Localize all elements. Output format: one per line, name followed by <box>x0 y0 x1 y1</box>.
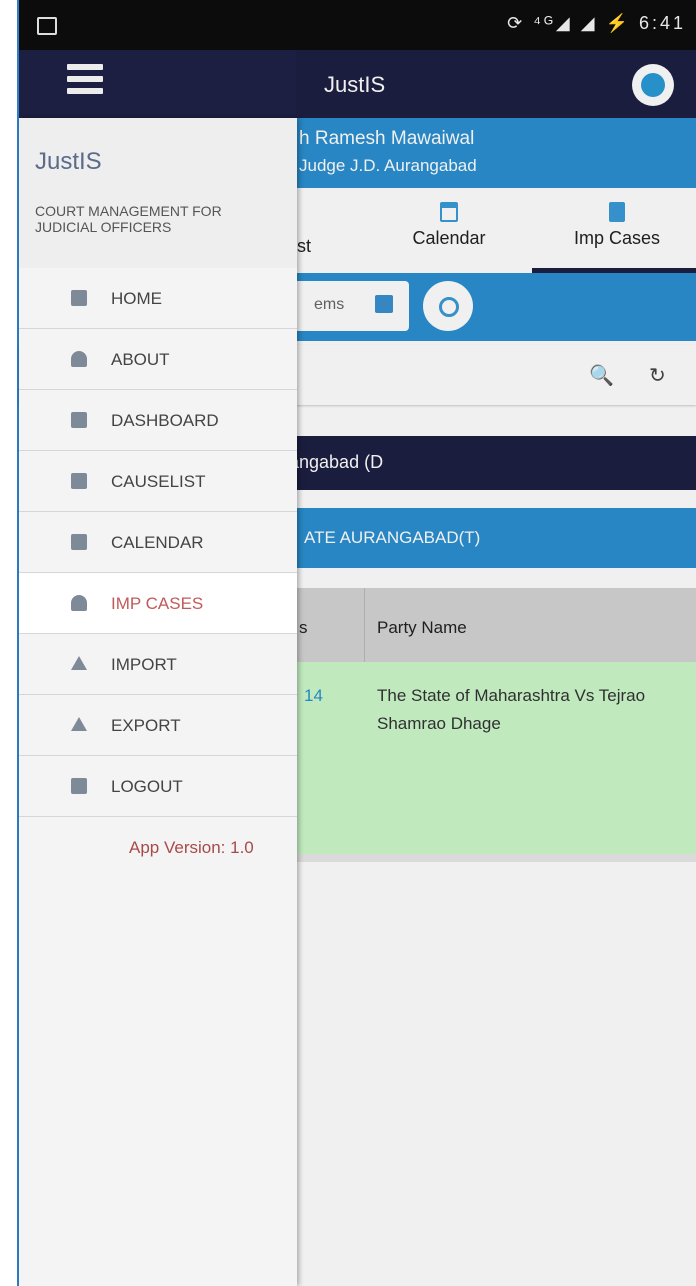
menu-item-label: EXPORT <box>111 716 181 735</box>
status-icons: ⟳ ⁴ᴳ◢ ◢ ⚡ 6:41 <box>507 13 686 33</box>
menu-item-dashboard[interactable]: DASHBOARD <box>19 390 297 451</box>
dashboard-icon <box>71 412 87 428</box>
menu-item-logout[interactable]: LOGOUT <box>19 756 297 817</box>
menu-item-export[interactable]: EXPORT <box>19 695 297 756</box>
status-bar: ⟳ ⁴ᴳ◢ ◢ ⚡ 6:41 <box>19 0 696 50</box>
menu-item-label: CAUSELIST <box>111 472 206 491</box>
navigation-drawer: JustIS COURT MANAGEMENT FOR JUDICIAL OFF… <box>19 118 297 1286</box>
menu-icon[interactable] <box>67 64 103 100</box>
menu-item-about[interactable]: ABOUT <box>19 329 297 390</box>
menu-item-calendar[interactable]: CALENDAR <box>19 512 297 573</box>
menu-item-import[interactable]: IMPORT <box>19 634 297 695</box>
about-icon <box>71 351 87 367</box>
home-icon <box>71 290 87 306</box>
export-icon <box>71 717 87 731</box>
menu-item-imp-cases[interactable]: IMP CASES <box>19 573 297 634</box>
drawer-title: JustIS <box>35 148 102 175</box>
menu-item-label: IMPORT <box>111 655 177 674</box>
drawer-header: JustIS COURT MANAGEMENT FOR JUDICIAL OFF… <box>19 118 297 268</box>
menu-item-label: ABOUT <box>111 350 170 369</box>
import-icon <box>71 656 87 670</box>
drawer-menu: HOME ABOUT DASHBOARD CAUSELIST CALENDAR … <box>19 268 297 817</box>
menu-item-label: DASHBOARD <box>111 411 219 430</box>
notification-icon <box>37 17 57 35</box>
menu-item-causelist[interactable]: CAUSELIST <box>19 451 297 512</box>
drawer-scrim[interactable] <box>296 50 696 1286</box>
drawer-subtitle: COURT MANAGEMENT FOR JUDICIAL OFFICERS <box>35 203 222 235</box>
menu-item-label: IMP CASES <box>111 594 204 613</box>
calendar-icon <box>71 534 87 550</box>
menu-item-label: HOME <box>111 289 162 308</box>
person-icon <box>71 595 87 611</box>
causelist-icon <box>71 473 87 489</box>
menu-item-label: LOGOUT <box>111 777 183 796</box>
menu-item-home[interactable]: HOME <box>19 268 297 329</box>
logout-icon <box>71 778 87 794</box>
app-version: App Version: 1.0 <box>129 838 254 857</box>
menu-item-label: CALENDAR <box>111 533 204 552</box>
